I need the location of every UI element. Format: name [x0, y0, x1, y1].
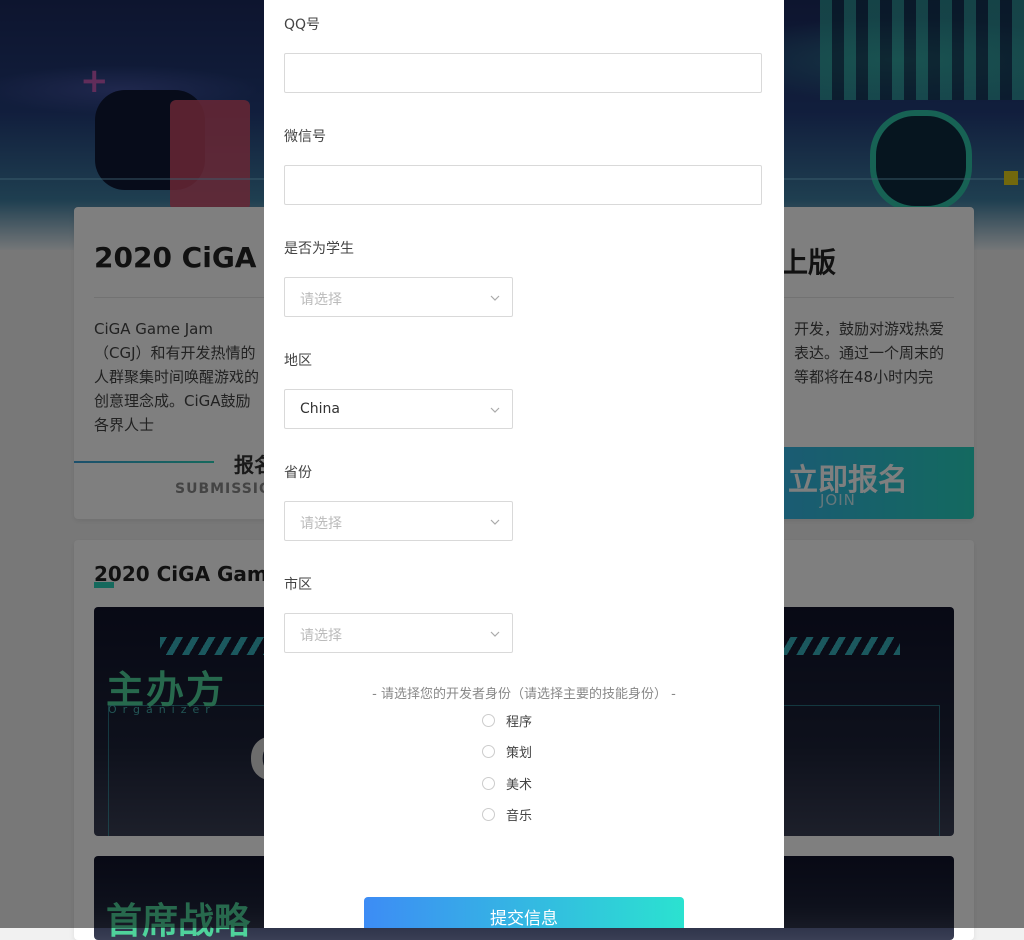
qq-input[interactable]: [284, 53, 762, 93]
city-select-value: 请选择: [300, 628, 342, 644]
wechat-input[interactable]: [284, 165, 762, 205]
radio-circle-icon: [482, 714, 495, 727]
region-select[interactable]: China: [284, 389, 513, 429]
region-label: 地区: [284, 353, 312, 369]
province-select-value: 请选择: [300, 516, 342, 532]
province-label: 省份: [284, 465, 312, 481]
submit-button[interactable]: 提交信息: [364, 897, 684, 928]
radio-label: 策划: [506, 746, 533, 761]
radio-circle-icon: [482, 777, 495, 790]
city-label: 市区: [284, 577, 312, 593]
student-select[interactable]: 请选择: [284, 277, 513, 317]
registration-modal: QQ号 微信号 是否为学生 请选择 地区 China 省份 请选择 市区 请选择…: [264, 0, 784, 928]
radio-label: 程序: [506, 715, 533, 730]
qq-label: QQ号: [284, 17, 321, 33]
city-select[interactable]: 请选择: [284, 613, 513, 653]
radio-label: 音乐: [506, 809, 533, 824]
chevron-down-icon: [490, 407, 500, 413]
radio-circle-icon: [482, 808, 495, 821]
chevron-down-icon: [490, 631, 500, 637]
radio-label: 美术: [506, 778, 533, 793]
identity-heading: - 请选择您的开发者身份（请选择主要的技能身份） -: [372, 687, 676, 702]
province-select[interactable]: 请选择: [284, 501, 513, 541]
chevron-down-icon: [490, 519, 500, 525]
region-select-value: China: [300, 401, 340, 417]
student-select-value: 请选择: [300, 292, 342, 308]
chevron-down-icon: [490, 295, 500, 301]
student-label: 是否为学生: [284, 241, 354, 257]
wechat-label: 微信号: [284, 129, 326, 145]
radio-circle-icon: [482, 745, 495, 758]
